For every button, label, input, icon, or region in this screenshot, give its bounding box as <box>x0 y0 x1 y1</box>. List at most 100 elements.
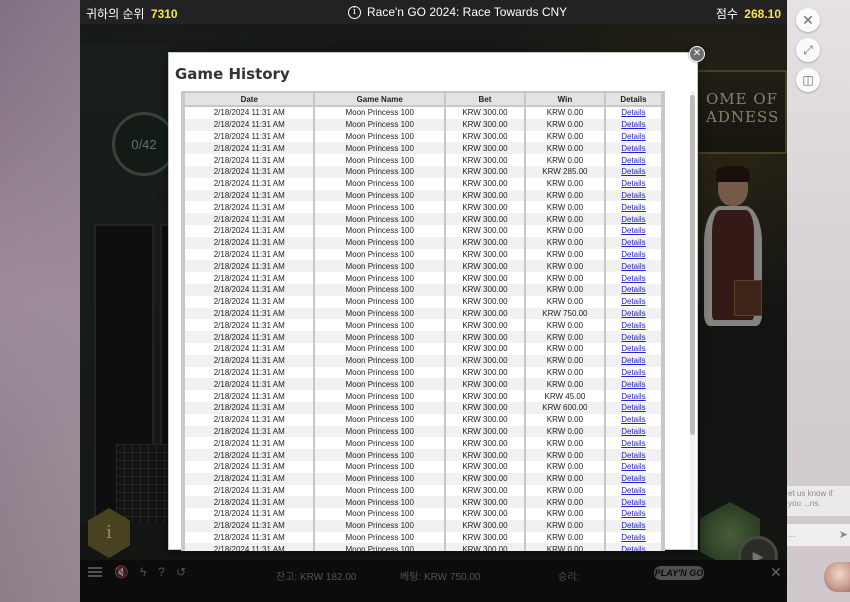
bet-cell: KRW 300.00 <box>445 130 524 143</box>
bet-cell: KRW 300.00 <box>445 307 524 320</box>
details-link[interactable]: Details <box>621 380 645 389</box>
game-cell: Moon Princess 100 <box>315 543 444 551</box>
details-link[interactable]: Details <box>621 533 645 542</box>
win-cell: KRW 0.00 <box>525 260 604 273</box>
column-header[interactable]: Win <box>525 93 604 107</box>
bet-cell: KRW 300.00 <box>445 295 524 308</box>
table-row: 2/18/2024 11:31 AM Moon Princess 100 KRW 3… <box>185 272 661 284</box>
rank-label: 귀하의 순위 <box>86 7 145 21</box>
sidebar-toggle-icon[interactable]: ◫ <box>796 68 820 92</box>
details-cell: Details <box>605 154 661 166</box>
bet-cell: KRW 300.00 <box>445 272 524 284</box>
details-link[interactable]: Details <box>621 521 645 530</box>
game-cell: Moon Princess 100 <box>315 213 444 225</box>
close-icon[interactable]: ✕ <box>689 46 705 62</box>
scrollbar[interactable] <box>690 91 695 549</box>
date-cell: 2/18/2024 11:31 AM <box>185 295 314 308</box>
details-link[interactable]: Details <box>621 167 645 176</box>
info-icon[interactable]: i <box>348 5 361 19</box>
scrollbar-thumb[interactable] <box>690 95 695 435</box>
date-cell: 2/18/2024 11:31 AM <box>185 154 314 166</box>
details-cell: Details <box>605 177 661 190</box>
table-row: 2/18/2024 11:31 AM Moon Princess 100 KRW 3… <box>185 283 661 296</box>
table-row: 2/18/2024 11:31 AM Moon Princess 100 KRW 3… <box>185 378 661 391</box>
tournament-title[interactable]: i Race'n GO 2024: Race Towards CNY <box>348 5 567 19</box>
details-cell: Details <box>605 508 661 520</box>
details-link[interactable]: Details <box>621 250 645 259</box>
bet-cell: KRW 300.00 <box>445 154 524 166</box>
win-cell: KRW 0.00 <box>525 154 604 166</box>
details-link[interactable]: Details <box>621 486 645 495</box>
date-cell: 2/18/2024 11:31 AM <box>185 189 314 202</box>
details-cell: Details <box>605 272 661 284</box>
details-link[interactable]: Details <box>621 509 645 518</box>
details-link[interactable]: Details <box>621 356 645 365</box>
close-icon[interactable]: ✕ <box>796 8 820 32</box>
details-link[interactable]: Details <box>621 191 645 200</box>
details-link[interactable]: Details <box>621 403 645 412</box>
score-display: 점수 268.10 <box>716 5 781 22</box>
details-link[interactable]: Details <box>621 274 645 283</box>
details-link[interactable]: Details <box>621 368 645 377</box>
avatar[interactable] <box>824 562 850 592</box>
table-row: 2/18/2024 11:31 AM Moon Princess 100 KRW 3… <box>185 107 661 119</box>
details-link[interactable]: Details <box>621 179 645 188</box>
column-header[interactable]: Details <box>605 93 661 107</box>
column-header[interactable]: Bet <box>445 93 524 107</box>
details-cell: Details <box>605 201 661 214</box>
details-link[interactable]: Details <box>621 474 645 483</box>
game-cell: Moon Princess 100 <box>315 425 444 438</box>
bet-cell: KRW 300.00 <box>445 437 524 450</box>
game-cell: Moon Princess 100 <box>315 272 444 284</box>
game-cell: Moon Princess 100 <box>315 130 444 143</box>
history-table: Date Game Name Bet Win Details 2/18/2024… <box>183 93 663 551</box>
game-cell: Moon Princess 100 <box>315 378 444 391</box>
details-link[interactable]: Details <box>621 144 645 153</box>
details-link[interactable]: Details <box>621 132 645 141</box>
column-header[interactable]: Date <box>185 93 314 107</box>
win-cell: KRW 0.00 <box>525 236 604 249</box>
details-link[interactable]: Details <box>621 262 645 271</box>
bet-cell: KRW 300.00 <box>445 283 524 296</box>
details-link[interactable]: Details <box>621 108 645 117</box>
table-row: 2/18/2024 11:31 AM Moon Princess 100 KRW 3… <box>185 354 661 367</box>
details-link[interactable]: Details <box>621 462 645 471</box>
details-link[interactable]: Details <box>621 545 645 551</box>
table-row: 2/18/2024 11:31 AM Moon Princess 100 KRW 3… <box>185 460 661 473</box>
bet-cell: KRW 300.00 <box>445 449 524 461</box>
chat-input[interactable]: ... ➤ <box>784 524 850 546</box>
date-cell: 2/18/2024 11:31 AM <box>185 260 314 273</box>
details-link[interactable]: Details <box>621 451 645 460</box>
details-cell: Details <box>605 248 661 261</box>
column-header[interactable]: Game Name <box>315 93 444 107</box>
game-cell: Moon Princess 100 <box>315 319 444 332</box>
details-cell: Details <box>605 331 661 343</box>
details-cell: Details <box>605 543 661 551</box>
details-link[interactable]: Details <box>621 439 645 448</box>
details-link[interactable]: Details <box>621 215 645 224</box>
details-cell: Details <box>605 319 661 332</box>
table-row: 2/18/2024 11:31 AM Moon Princess 100 KRW 3… <box>185 449 661 461</box>
date-cell: 2/18/2024 11:31 AM <box>185 342 314 355</box>
details-link[interactable]: Details <box>621 156 645 165</box>
details-link[interactable]: Details <box>621 203 645 212</box>
details-link[interactable]: Details <box>621 309 645 318</box>
details-link[interactable]: Details <box>621 344 645 353</box>
date-cell: 2/18/2024 11:31 AM <box>185 449 314 461</box>
details-link[interactable]: Details <box>621 297 645 306</box>
win-cell: KRW 0.00 <box>525 295 604 308</box>
game-cell: Moon Princess 100 <box>315 401 444 414</box>
details-link[interactable]: Details <box>621 285 645 294</box>
details-link[interactable]: Details <box>621 427 645 436</box>
details-link[interactable]: Details <box>621 120 645 129</box>
details-link[interactable]: Details <box>621 226 645 235</box>
details-link[interactable]: Details <box>621 415 645 424</box>
details-link[interactable]: Details <box>621 238 645 247</box>
expand-icon[interactable]: ⤢ <box>796 38 820 62</box>
details-link[interactable]: Details <box>621 333 645 342</box>
details-link[interactable]: Details <box>621 321 645 330</box>
send-icon[interactable]: ➤ <box>839 528 848 541</box>
game-cell: Moon Princess 100 <box>315 283 444 296</box>
details-link[interactable]: Details <box>621 392 645 401</box>
details-link[interactable]: Details <box>621 498 645 507</box>
